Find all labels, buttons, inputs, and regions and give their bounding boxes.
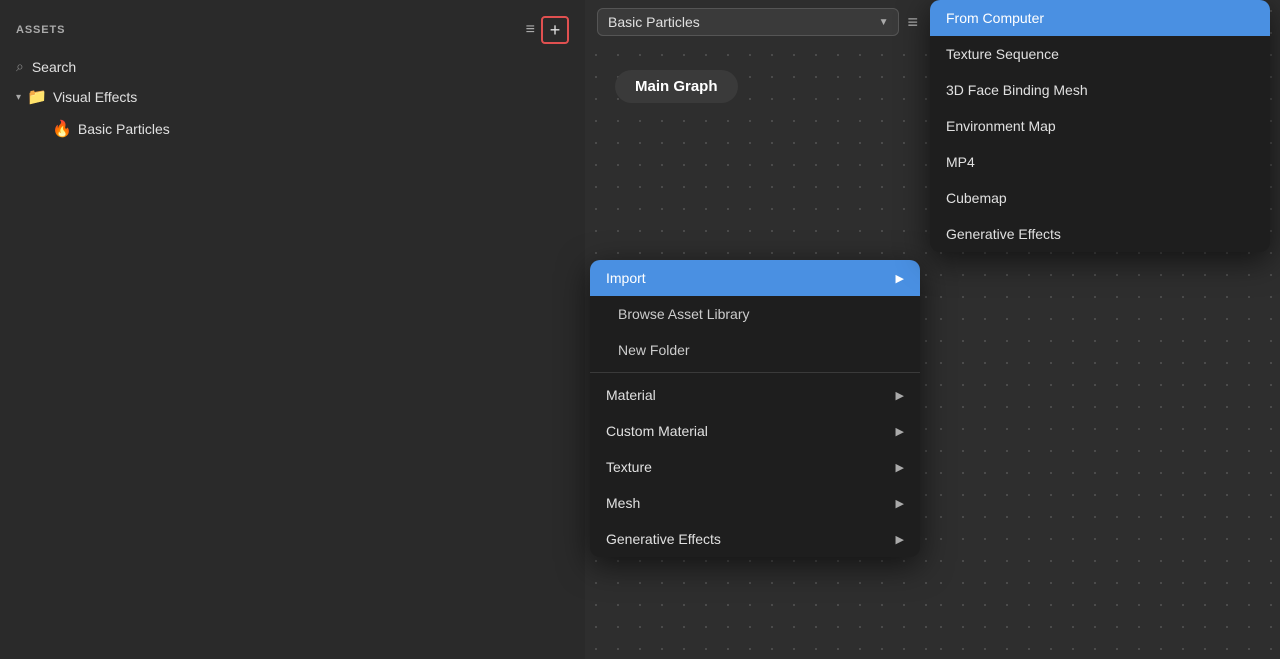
3d-face-binding-item[interactable]: 3D Face Binding Mesh	[930, 72, 1270, 108]
texture-sequence-item[interactable]: Texture Sequence	[930, 36, 1270, 72]
custom-material-item[interactable]: Custom Material ▶	[590, 413, 920, 449]
environment-map-label: Environment Map	[946, 118, 1056, 134]
search-input[interactable]	[32, 59, 569, 75]
browse-label: Browse Asset Library	[618, 306, 750, 322]
assets-title: ASSETS	[16, 24, 65, 36]
sub-generative-effects-item[interactable]: Generative Effects	[930, 216, 1270, 252]
visual-effects-item[interactable]: ▾ 📁 Visual Effects	[0, 81, 585, 113]
browse-asset-library-item[interactable]: Browse Asset Library	[590, 296, 920, 332]
generative-effects-item[interactable]: Generative Effects ▶	[590, 521, 920, 557]
mesh-label: Mesh	[606, 495, 640, 511]
assets-toolbar: ≡ +	[526, 16, 569, 44]
main-graph-label: Main Graph	[635, 78, 718, 95]
chevron-down-icon: ▾	[16, 92, 21, 103]
add-button[interactable]: +	[541, 16, 569, 44]
generative-effects-label: Generative Effects	[606, 531, 721, 547]
from-computer-label: From Computer	[946, 10, 1044, 26]
material-item[interactable]: Material ▶	[590, 377, 920, 413]
search-bar: ⌕	[0, 52, 585, 81]
generative-effects-arrow-icon: ▶	[896, 533, 904, 546]
texture-label: Texture	[606, 459, 652, 475]
import-arrow-icon: ▶	[896, 272, 904, 285]
dropdown-chevron-icon: ▼	[879, 17, 889, 28]
mp4-label: MP4	[946, 154, 975, 170]
main-graph-node[interactable]: Main Graph	[615, 70, 738, 103]
material-arrow-icon: ▶	[896, 389, 904, 402]
cubemap-label: Cubemap	[946, 190, 1007, 206]
import-menu-item[interactable]: Import ▶	[590, 260, 920, 296]
environment-map-item[interactable]: Environment Map	[930, 108, 1270, 144]
custom-material-arrow-icon: ▶	[896, 425, 904, 438]
basic-particles-label: Basic Particles	[78, 121, 170, 137]
hamburger-menu-icon[interactable]: ≡	[907, 12, 918, 33]
menu-divider-1	[590, 372, 920, 373]
new-folder-item[interactable]: New Folder	[590, 332, 920, 368]
custom-material-label: Custom Material	[606, 423, 708, 439]
top-bar: Basic Particles ▼ ≡	[585, 0, 930, 44]
filter-icon[interactable]: ≡	[526, 21, 535, 39]
folder-icon: 📁	[27, 87, 47, 107]
visual-effects-label: Visual Effects	[53, 89, 137, 105]
mesh-item[interactable]: Mesh ▶	[590, 485, 920, 521]
mesh-arrow-icon: ▶	[896, 497, 904, 510]
basic-particles-item[interactable]: 🔥 Basic Particles	[0, 113, 585, 145]
3d-face-binding-label: 3D Face Binding Mesh	[946, 82, 1088, 98]
from-computer-item[interactable]: From Computer	[930, 0, 1270, 36]
assets-header: ASSETS ≡ +	[0, 0, 585, 52]
left-panel: ASSETS ≡ + ⌕ ▾ 📁 Visual Effects 🔥 Basic …	[0, 0, 585, 659]
texture-arrow-icon: ▶	[896, 461, 904, 474]
cubemap-item[interactable]: Cubemap	[930, 180, 1270, 216]
mp4-item[interactable]: MP4	[930, 144, 1270, 180]
sub-menu: From Computer Texture Sequence 3D Face B…	[930, 0, 1270, 252]
context-menu: Import ▶ Browse Asset Library New Folder…	[590, 260, 920, 557]
texture-sequence-label: Texture Sequence	[946, 46, 1059, 62]
sub-generative-effects-label: Generative Effects	[946, 226, 1061, 242]
material-label: Material	[606, 387, 656, 403]
preset-label: Basic Particles	[608, 14, 700, 30]
plus-icon: +	[550, 20, 561, 41]
flame-icon: 🔥	[52, 119, 72, 139]
new-folder-label: New Folder	[618, 342, 690, 358]
texture-item[interactable]: Texture ▶	[590, 449, 920, 485]
preset-dropdown[interactable]: Basic Particles ▼	[597, 8, 899, 36]
import-label: Import	[606, 270, 646, 286]
search-icon: ⌕	[16, 58, 24, 75]
